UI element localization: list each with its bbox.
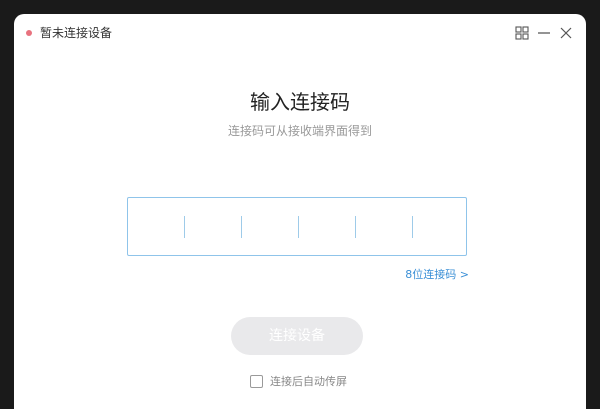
minimize-icon[interactable]: [536, 25, 552, 41]
code-slot-divider: [355, 216, 356, 238]
code-slot-divider: [241, 216, 242, 238]
auto-cast-checkbox[interactable]: [250, 375, 263, 388]
code-slot-divider: [184, 216, 185, 238]
eight-digit-code-link[interactable]: 8位连接码 >: [394, 267, 469, 283]
code-slot-divider: [298, 216, 299, 238]
app-window: 暂未连接设备 输入连接码 连接码可从接收端界面得到 8位连接码 > 连接设备 连…: [14, 14, 586, 409]
page-heading: 输入连接码: [250, 90, 350, 114]
window-title: 暂未连接设备: [40, 26, 113, 40]
page-subheading: 连接码可从接收端界面得到: [227, 124, 372, 138]
connect-device-button[interactable]: 连接设备: [231, 317, 363, 355]
connection-status-dot: [26, 30, 32, 36]
code-slot-divider: [412, 216, 413, 238]
auto-cast-label: 连接后自动传屏: [270, 375, 347, 388]
title-bar: 暂未连接设备: [14, 14, 586, 52]
connection-code-input[interactable]: [127, 197, 467, 256]
grid-icon[interactable]: [514, 25, 530, 41]
close-icon[interactable]: [558, 25, 574, 41]
